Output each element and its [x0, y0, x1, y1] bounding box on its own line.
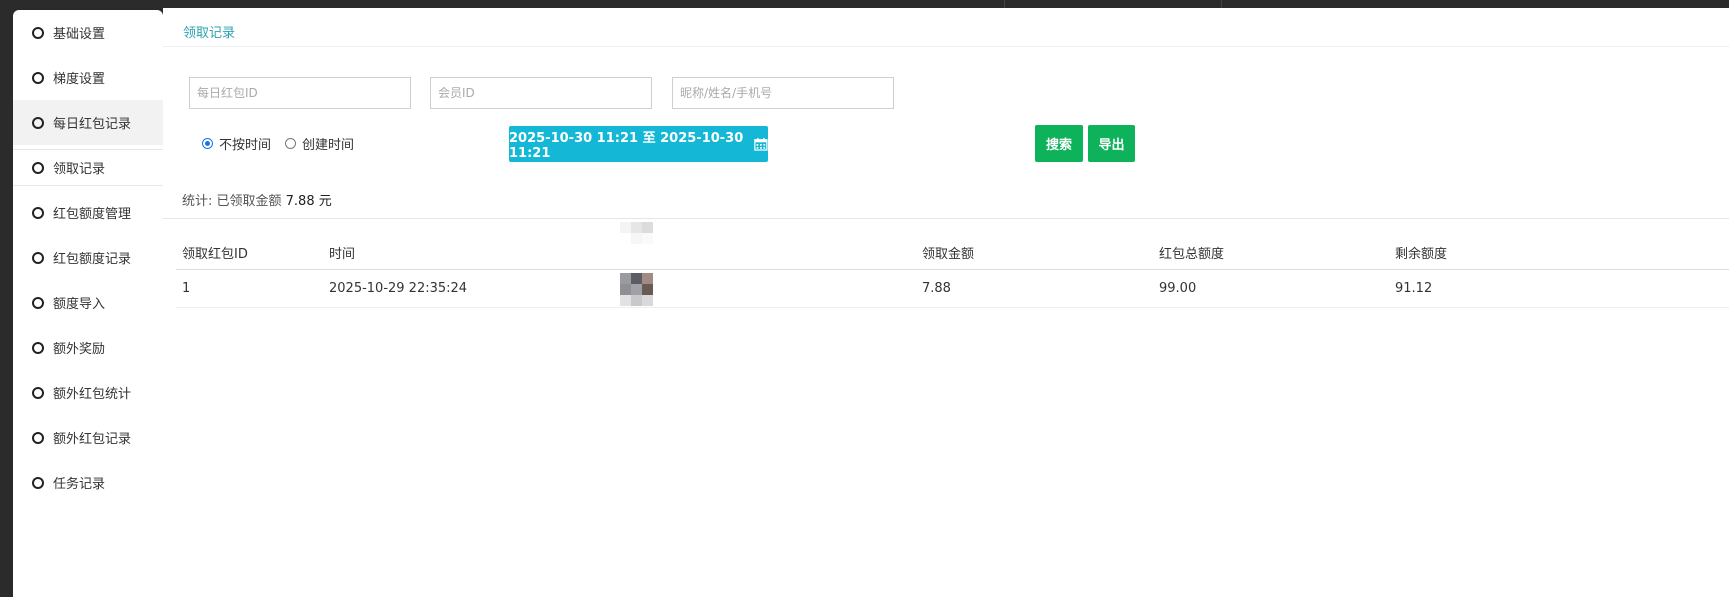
sidebar: 基础设置 梯度设置 每日红包记录 领取记录 红包额度管理 红包额度记录 额度导入… — [13, 10, 163, 597]
sidebar-item-extra-redpacket-records[interactable]: 额外红包记录 — [13, 415, 163, 460]
stats-unit: 元 — [318, 194, 332, 209]
column-header: 剩余额度 — [1395, 247, 1448, 262]
daily-redpacket-id-input[interactable] — [189, 77, 411, 109]
circle-icon — [32, 386, 44, 399]
calendar-icon — [754, 137, 768, 151]
table-header: 领取红包ID 时间 领取金额 红包总额度 剩余额度 — [176, 222, 1729, 270]
column-header: 领取红包ID — [182, 247, 248, 262]
nickname-name-phone-input[interactable] — [672, 77, 894, 109]
sidebar-item-label: 额外红包统计 — [53, 387, 132, 402]
stats-amount: 7.88 — [285, 194, 315, 209]
date-range-text: 2025-10-30 11:21 至 2025-10-30 11:21 — [509, 131, 744, 161]
circle-icon — [32, 431, 44, 444]
sidebar-item-label: 每日红包记录 — [53, 117, 132, 132]
radio-button-selected[interactable] — [202, 138, 213, 149]
main-content: 领取记录 不按时间 创建时间 2025-10-30 11:21 至 2025-1… — [163, 8, 1729, 597]
avatar — [620, 273, 654, 306]
sidebar-item-task-records[interactable]: 任务记录 — [13, 460, 163, 505]
sidebar-item-label: 额度导入 — [53, 297, 106, 312]
sidebar-item-label: 领取记录 — [53, 162, 106, 177]
cell-total-quota: 99.00 — [1159, 281, 1197, 296]
top-bar-divider — [1004, 0, 1005, 8]
cell-amount: 7.88 — [922, 281, 951, 296]
radio-label: 创建时间 — [302, 138, 355, 153]
circle-icon — [32, 116, 44, 129]
stats-label: 统计: 已领取金额 — [182, 194, 282, 209]
stats-summary: 统计: 已领取金额 7.88 元 — [182, 190, 332, 209]
column-header: 时间 — [329, 247, 356, 262]
top-bar — [0, 0, 1729, 8]
stats-divider — [163, 218, 1729, 219]
sidebar-item-label: 额外奖励 — [53, 342, 106, 357]
circle-icon — [32, 476, 44, 489]
search-button[interactable]: 搜索 — [1035, 125, 1083, 162]
member-id-input[interactable] — [430, 77, 652, 109]
sidebar-item-label: 额外红包记录 — [53, 432, 132, 447]
breadcrumb[interactable]: 领取记录 — [183, 22, 235, 41]
table-row[interactable]: 1 2025-10-29 22:35:24 7.88 99.00 91.12 — [176, 270, 1729, 308]
sidebar-item-daily-redpacket-records[interactable]: 每日红包记录 — [13, 100, 163, 145]
sidebar-item-extra-rewards[interactable]: 额外奖励 — [13, 325, 163, 370]
records-table: 领取红包ID 时间 领取金额 红包总额度 剩余额度 1 2025-10-29 2… — [176, 222, 1729, 308]
circle-icon — [32, 251, 44, 264]
radio-button[interactable] — [285, 138, 296, 149]
circle-icon — [32, 341, 44, 354]
sidebar-item-quota-records[interactable]: 红包额度记录 — [13, 235, 163, 280]
cell-time: 2025-10-29 22:35:24 — [329, 281, 468, 296]
radio-created-time[interactable]: 创建时间 — [285, 134, 354, 153]
column-header: 红包总额度 — [1159, 247, 1225, 262]
circle-icon — [32, 26, 44, 39]
circle-icon — [32, 296, 44, 309]
pixelated-header-image — [620, 222, 654, 244]
export-button[interactable]: 导出 — [1088, 125, 1135, 162]
sidebar-item-gradient-settings[interactable]: 梯度设置 — [13, 55, 163, 100]
sidebar-item-quota-management[interactable]: 红包额度管理 — [13, 190, 163, 235]
cell-redpacket-id: 1 — [182, 281, 191, 296]
top-bar-divider — [1221, 0, 1222, 8]
column-header: 领取金额 — [922, 247, 975, 262]
sidebar-item-label: 红包额度记录 — [53, 252, 132, 267]
sidebar-item-label: 红包额度管理 — [53, 207, 132, 222]
breadcrumb-divider — [163, 46, 1729, 47]
radio-no-time[interactable]: 不按时间 — [202, 134, 271, 153]
circle-icon — [32, 161, 44, 174]
sidebar-item-label: 任务记录 — [53, 477, 106, 492]
cell-remaining-quota: 91.12 — [1395, 281, 1433, 296]
sidebar-item-basic-settings[interactable]: 基础设置 — [13, 10, 163, 55]
sidebar-item-label: 梯度设置 — [53, 72, 106, 87]
date-range-picker[interactable]: 2025-10-30 11:21 至 2025-10-30 11:21 — [509, 126, 768, 162]
radio-label: 不按时间 — [219, 138, 272, 153]
circle-icon — [32, 71, 44, 84]
sidebar-item-extra-redpacket-stats[interactable]: 额外红包统计 — [13, 370, 163, 415]
circle-icon — [32, 206, 44, 219]
sidebar-item-quota-import[interactable]: 额度导入 — [13, 280, 163, 325]
sidebar-item-claim-records[interactable]: 领取记录 — [13, 149, 163, 186]
sidebar-item-label: 基础设置 — [53, 27, 106, 42]
